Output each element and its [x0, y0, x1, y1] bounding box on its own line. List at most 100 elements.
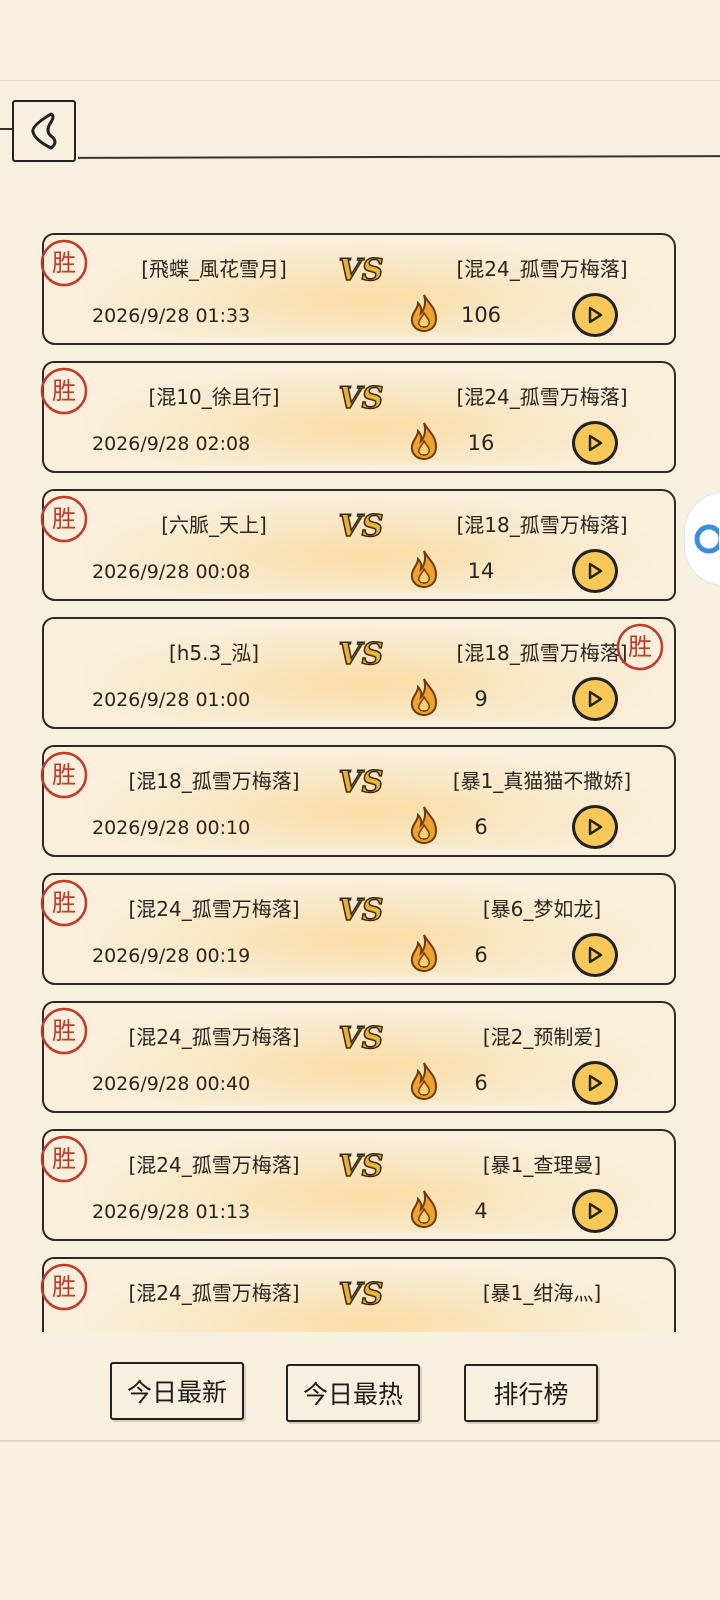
svg-text:VS: VS [339, 637, 384, 672]
play-button[interactable] [572, 1061, 618, 1105]
svg-text:胜: 胜 [628, 633, 652, 661]
fire-icon [410, 294, 438, 333]
fire-icon [410, 422, 438, 461]
match-card[interactable]: 胜 [混24_孤雪万梅落] VS [暴6_梦如龙] 2026/9/28 00:1… [40, 873, 676, 985]
vs-icon: VS [338, 1276, 384, 1313]
play-button[interactable] [572, 1189, 618, 1233]
play-icon [588, 946, 603, 964]
player-right: [混24_孤雪万梅落] [456, 385, 628, 409]
win-stamp-icon: 胜 [40, 751, 88, 799]
play-icon [588, 562, 603, 580]
match-card[interactable]: 胜 [混24_孤雪万梅落] VS [暴1_查理曼] 2026/9/28 01:1… [40, 1129, 676, 1241]
fire-icon [410, 806, 438, 845]
play-button[interactable] [572, 293, 618, 337]
svg-text:VS: VS [339, 893, 384, 928]
hot-count: 6 [474, 815, 488, 839]
win-stamp-icon: 胜 [616, 623, 664, 671]
match-card[interactable]: 胜 [六脈_天上] VS [混18_孤雪万梅落] 2026/9/28 00:08… [40, 489, 676, 601]
match-card[interactable]: [h5.3_泓] VS [混18_孤雪万梅落] 胜 2026/9/28 01:0… [42, 617, 676, 729]
svg-text:VS: VS [339, 765, 384, 800]
svg-text:胜: 胜 [52, 889, 76, 917]
match-card[interactable]: 胜 [混24_孤雪万梅落] VS [混2_预制爱] 2026/9/28 00:4… [40, 1001, 676, 1113]
svg-text:胜: 胜 [52, 377, 76, 405]
svg-text:VS: VS [339, 381, 384, 416]
match-list[interactable]: 胜 [飛蝶_風花雪月] VS [混24_孤雪万梅落] 2026/9/28 01:… [0, 230, 720, 1332]
fire-icon [410, 678, 438, 717]
chevron-left-icon [31, 112, 57, 150]
match-card[interactable]: 胜 [混24_孤雪万梅落] VS [暴1_绀海灬] [40, 1257, 676, 1332]
vs-icon: VS [338, 1020, 384, 1057]
play-button[interactable] [572, 549, 618, 593]
vs-icon: VS [338, 1148, 384, 1185]
player-right: [混24_孤雪万梅落] [456, 257, 628, 281]
player-left: [混24_孤雪万梅落] [128, 1025, 300, 1049]
win-stamp-icon: 胜 [40, 1007, 88, 1055]
win-stamp-icon: 胜 [40, 1263, 88, 1311]
vs-icon: VS [338, 380, 384, 417]
match-date: 2026/9/28 00:08 [92, 561, 251, 583]
fire-icon [410, 934, 438, 973]
match-date: 2026/9/28 01:33 [92, 305, 251, 327]
svg-text:胜: 胜 [52, 1273, 76, 1301]
match-card[interactable]: 胜 [飛蝶_風花雪月] VS [混24_孤雪万梅落] 2026/9/28 01:… [40, 233, 676, 345]
header-rule [77, 155, 720, 159]
player-right: [暴1_查理曼] [482, 1153, 602, 1177]
svg-text:VS: VS [339, 1277, 384, 1312]
match-card[interactable]: 胜 [混18_孤雪万梅落] VS [暴1_真猫猫不撒娇] 2026/9/28 0… [40, 745, 676, 857]
match-date: 2026/9/28 01:00 [92, 689, 251, 711]
hot-count: 14 [467, 559, 495, 583]
player-left: [h5.3_泓] [168, 641, 260, 665]
fire-icon [410, 1062, 438, 1101]
hot-count: 6 [474, 1071, 488, 1095]
play-icon [588, 306, 603, 324]
svg-text:胜: 胜 [52, 1145, 76, 1173]
svg-text:VS: VS [339, 509, 384, 544]
win-stamp-icon: 胜 [40, 495, 88, 543]
player-right: [暴1_绀海灬] [482, 1281, 602, 1305]
svg-text:胜: 胜 [52, 505, 76, 533]
player-left: [混24_孤雪万梅落] [128, 1153, 300, 1177]
player-right: [混18_孤雪万梅落] [456, 513, 628, 537]
hot-count: 6 [474, 943, 488, 967]
match-date: 2026/9/28 00:10 [92, 817, 251, 839]
win-stamp-icon: 胜 [40, 239, 88, 287]
player-right: [混2_预制爱] [482, 1025, 602, 1049]
player-left: [混10_徐且行] [148, 385, 280, 409]
match-date: 2026/9/28 02:08 [92, 433, 251, 455]
play-button[interactable] [572, 933, 618, 977]
play-icon [588, 434, 603, 452]
vs-icon: VS [338, 764, 384, 801]
hot-count: 9 [474, 687, 488, 711]
hot-count: 16 [467, 431, 495, 455]
tab-ranking[interactable]: 排行榜 [464, 1364, 598, 1422]
vs-icon: VS [338, 508, 384, 545]
win-stamp-icon: 胜 [40, 367, 88, 415]
vs-icon: VS [338, 636, 384, 673]
header-rule-left [0, 128, 12, 130]
match-card[interactable]: 胜 [混10_徐且行] VS [混24_孤雪万梅落] 2026/9/28 02:… [40, 361, 676, 473]
play-icon [588, 1074, 603, 1092]
player-left: [飛蝶_風花雪月] [141, 257, 287, 281]
svg-text:胜: 胜 [52, 249, 76, 277]
win-stamp-icon: 胜 [40, 1135, 88, 1183]
play-button[interactable] [572, 805, 618, 849]
tab-today-hot[interactable]: 今日最热 [286, 1364, 420, 1422]
fire-icon [410, 550, 438, 589]
hot-count: 4 [474, 1199, 488, 1223]
player-left: [混18_孤雪万梅落] [128, 769, 300, 793]
back-button[interactable] [12, 100, 76, 162]
vs-icon: VS [338, 252, 384, 289]
tab-today-new[interactable]: 今日最新 [110, 1362, 244, 1420]
fire-icon [410, 1190, 438, 1229]
svg-text:VS: VS [339, 1021, 384, 1056]
vs-icon: VS [338, 892, 384, 929]
top-divider [0, 80, 720, 81]
play-icon [588, 1202, 603, 1220]
svg-text:VS: VS [339, 1149, 384, 1184]
play-button[interactable] [572, 421, 618, 465]
play-icon [588, 818, 603, 836]
svg-text:VS: VS [339, 253, 384, 288]
play-button[interactable] [572, 677, 618, 721]
player-right: [暴6_梦如龙] [482, 897, 602, 921]
svg-text:胜: 胜 [52, 761, 76, 789]
